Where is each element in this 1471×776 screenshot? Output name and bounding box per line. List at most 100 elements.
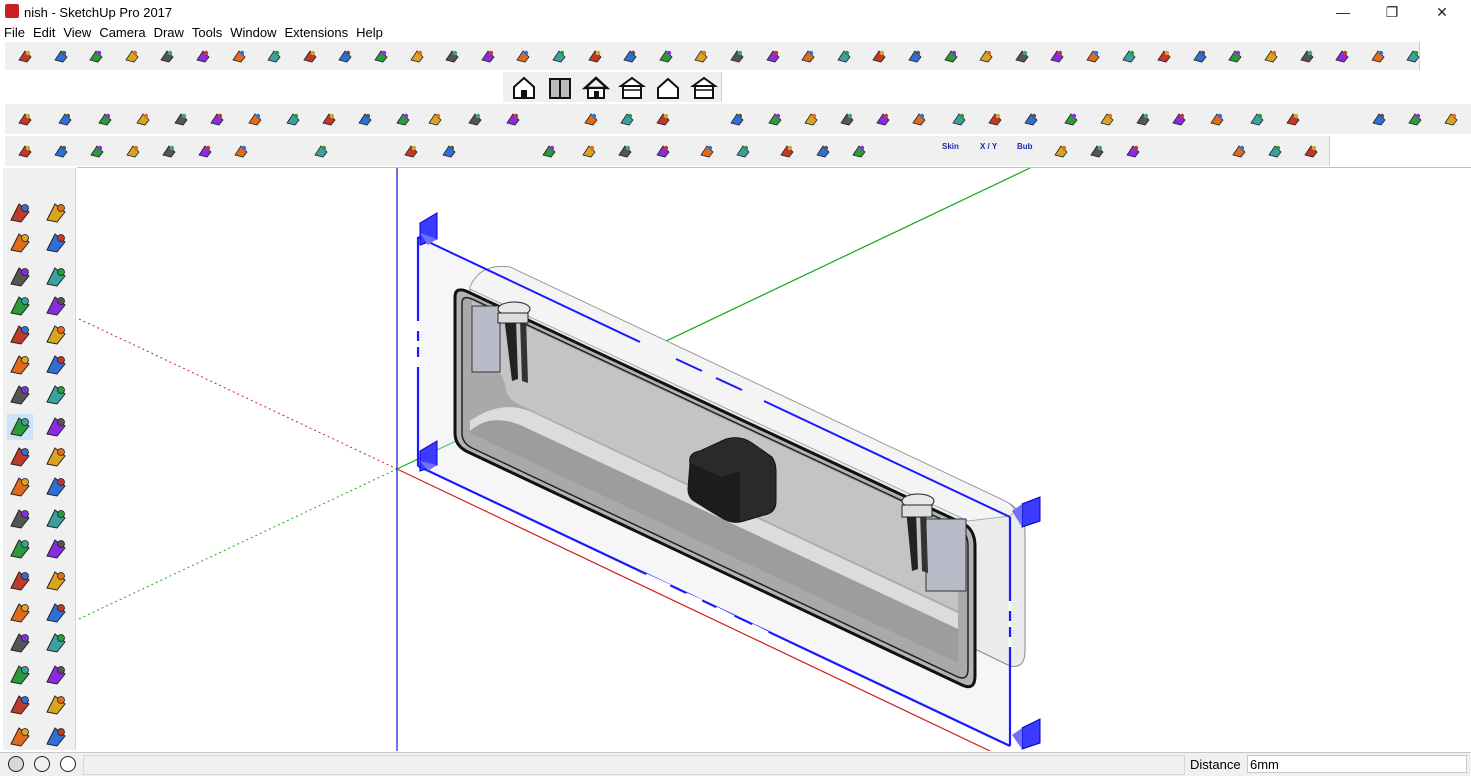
tb3-tool-icon-36[interactable]	[1443, 111, 1459, 127]
menu-tools[interactable]: Tools	[188, 24, 226, 41]
circle-icon[interactable]	[7, 322, 33, 348]
restore-button[interactable]: ❐	[1372, 2, 1412, 22]
tb4-tool-icon-8[interactable]	[313, 143, 329, 159]
menu-camera[interactable]: Camera	[95, 24, 149, 41]
tb1-tool-icon-19[interactable]	[658, 48, 674, 64]
tb1-tool-icon-24[interactable]	[836, 48, 852, 64]
tb4-tool-icon-21[interactable]	[1089, 143, 1105, 159]
tb3-tool-icon-31[interactable]	[1209, 111, 1225, 127]
previous-view-icon[interactable]	[43, 662, 69, 688]
tb3-tool-icon-18[interactable]	[729, 111, 745, 127]
tb4-tool-icon-10[interactable]	[441, 143, 457, 159]
tb3-tool-icon-34[interactable]	[1371, 111, 1387, 127]
tb3-tool-icon-20[interactable]	[803, 111, 819, 127]
tb4-tool-icon-1[interactable]	[17, 143, 33, 159]
line-tool-icon[interactable]	[7, 264, 33, 290]
tb1-tool-icon-32[interactable]	[1121, 48, 1137, 64]
tb1-tool-icon-12[interactable]	[409, 48, 425, 64]
tb4-tool-icon-4[interactable]	[125, 143, 141, 159]
tb1-tool-icon-7[interactable]	[231, 48, 247, 64]
tape-measure-icon[interactable]	[7, 506, 33, 532]
tb1-tool-icon-14[interactable]	[480, 48, 496, 64]
xy-button[interactable]: X / Y	[980, 142, 997, 151]
tb3-tool-icon-15[interactable]	[583, 111, 599, 127]
tb1-tool-icon-33[interactable]	[1156, 48, 1172, 64]
dimension-icon[interactable]	[43, 506, 69, 532]
paint-bucket-icon[interactable]	[7, 230, 33, 256]
follow-me-icon[interactable]	[43, 444, 69, 470]
tb1-tool-icon-30[interactable]	[1049, 48, 1065, 64]
tb1-tool-icon-10[interactable]	[337, 48, 353, 64]
tb3-tool-icon-16[interactable]	[619, 111, 635, 127]
section-arrow-top-left[interactable]	[419, 212, 438, 246]
tb1-tool-icon-29[interactable]	[1014, 48, 1030, 64]
scale-tool-icon[interactable]	[7, 474, 33, 500]
protractor-icon[interactable]	[7, 536, 33, 562]
tb4-tool-icon-11[interactable]	[541, 143, 557, 159]
tb1-tool-icon-4[interactable]	[124, 48, 140, 64]
geo-location-icon[interactable]	[8, 756, 24, 772]
rectangle-icon[interactable]	[7, 293, 33, 319]
tb1-tool-icon-21[interactable]	[729, 48, 745, 64]
tb3-tool-icon-23[interactable]	[911, 111, 927, 127]
tb3-tool-icon-26[interactable]	[1023, 111, 1039, 127]
tb1-tool-icon-34[interactable]	[1192, 48, 1208, 64]
push-pull-icon[interactable]	[43, 414, 69, 440]
tb4-tool-icon-7[interactable]	[233, 143, 249, 159]
tb1-tool-icon-20[interactable]	[693, 48, 709, 64]
zoom-window-icon[interactable]	[43, 630, 69, 656]
tb1-tool-icon-28[interactable]	[978, 48, 994, 64]
tb4-tool-icon-6[interactable]	[197, 143, 213, 159]
tb4-tool-icon-17[interactable]	[779, 143, 795, 159]
polygon-icon[interactable]	[43, 322, 69, 348]
tb1-tool-icon-9[interactable]	[302, 48, 318, 64]
close-button[interactable]: ✕	[1422, 2, 1462, 22]
tb4-tool-icon-12[interactable]	[581, 143, 597, 159]
tb3-tool-icon-32[interactable]	[1249, 111, 1265, 127]
tb4-tool-icon-23[interactable]	[1231, 143, 1247, 159]
tb1-tool-icon-36[interactable]	[1263, 48, 1279, 64]
tb3-tool-icon-27[interactable]	[1063, 111, 1079, 127]
tb4-tool-icon-9[interactable]	[403, 143, 419, 159]
look-around-icon[interactable]	[43, 692, 69, 718]
tb3-tool-icon-5[interactable]	[173, 111, 189, 127]
measurements-box[interactable]: 6mm	[1247, 755, 1467, 773]
model-scene[interactable]	[77, 167, 1471, 752]
top-view-icon[interactable]	[549, 78, 571, 99]
tb1-tool-icon-18[interactable]	[622, 48, 638, 64]
tb3-tool-icon-8[interactable]	[285, 111, 301, 127]
zoom-extents-icon[interactable]	[7, 662, 33, 688]
tb3-tool-icon-30[interactable]	[1171, 111, 1187, 127]
tb1-tool-icon-31[interactable]	[1085, 48, 1101, 64]
eraser-icon[interactable]	[43, 230, 69, 256]
tb1-tool-icon-5[interactable]	[159, 48, 175, 64]
pie-icon[interactable]	[43, 352, 69, 378]
tb1-tool-icon-11[interactable]	[373, 48, 389, 64]
menu-edit[interactable]: Edit	[29, 24, 59, 41]
tb3-tool-icon-9[interactable]	[321, 111, 337, 127]
tb3-tool-icon-6[interactable]	[209, 111, 225, 127]
menu-help[interactable]: Help	[352, 24, 387, 41]
pan-icon[interactable]	[43, 600, 69, 626]
select-tool-icon[interactable]	[7, 200, 33, 226]
tb1-tool-icon-17[interactable]	[587, 48, 603, 64]
tb1-tool-icon-16[interactable]	[551, 48, 567, 64]
tb1-tool-icon-13[interactable]	[444, 48, 460, 64]
section-plane-icon[interactable]	[43, 724, 69, 750]
tb1-tool-icon-6[interactable]	[195, 48, 211, 64]
3d-text-icon[interactable]	[43, 568, 69, 594]
tb4-tool-icon-13[interactable]	[617, 143, 633, 159]
walk-icon[interactable]	[7, 724, 33, 750]
menu-view[interactable]: View	[59, 24, 95, 41]
tb1-tool-icon-2[interactable]	[53, 48, 69, 64]
tb1-tool-icon-26[interactable]	[907, 48, 923, 64]
freehand-icon[interactable]	[43, 264, 69, 290]
tb3-tool-icon-28[interactable]	[1099, 111, 1115, 127]
bub-button[interactable]: Bub	[1017, 142, 1033, 151]
tb3-tool-icon-33[interactable]	[1285, 111, 1301, 127]
tb3-tool-icon-13[interactable]	[467, 111, 483, 127]
tb1-tool-icon-3[interactable]	[88, 48, 104, 64]
tb4-tool-icon-25[interactable]	[1303, 143, 1319, 159]
tb3-tool-icon-29[interactable]	[1135, 111, 1151, 127]
front-view-icon[interactable]	[581, 76, 611, 99]
